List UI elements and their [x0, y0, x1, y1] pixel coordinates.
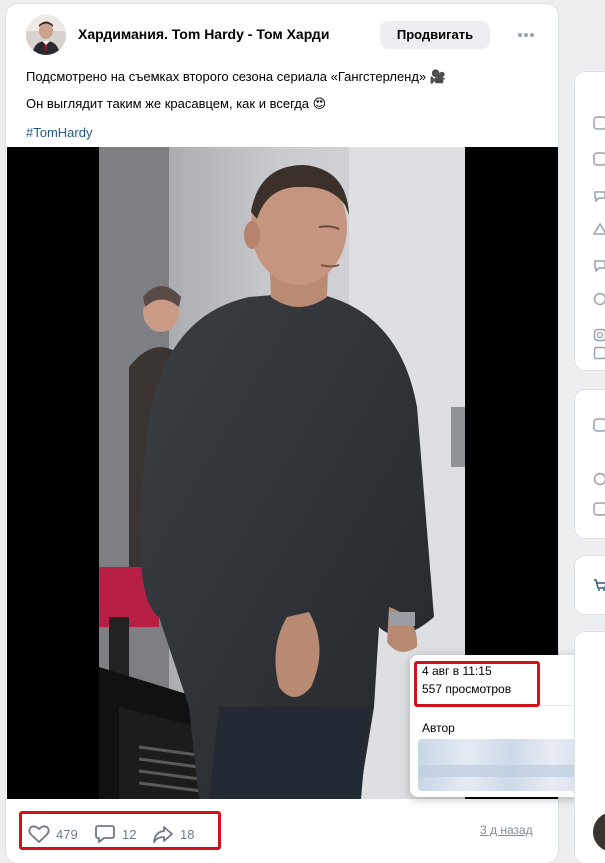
post-text-line: Он выглядит таким же красавцем, как и вс… [26, 96, 327, 111]
menu-icon[interactable] [593, 418, 605, 432]
post-text-line: Подсмотрено на съемках второго сезона се… [26, 69, 446, 84]
menu-icon[interactable] [593, 222, 605, 236]
post-text: Подсмотрено на съемках второго сезона се… [26, 68, 546, 122]
menu-icon[interactable] [593, 258, 605, 272]
promote-button[interactable]: Продвигать [380, 21, 490, 49]
menu-icon[interactable] [593, 472, 605, 486]
post-date-link[interactable]: 3 д назад [480, 823, 533, 837]
more-icon[interactable] [512, 26, 540, 44]
menu-icon[interactable] [593, 346, 605, 360]
sidebar-card [575, 72, 605, 370]
group-name-link[interactable]: Хардимания. Tom Hardy - Том Харди [78, 26, 329, 42]
menu-icon[interactable] [593, 188, 605, 202]
menu-icon[interactable] [593, 328, 605, 342]
author-blurred [418, 739, 586, 791]
menu-icon[interactable] [593, 116, 605, 130]
menu-icon[interactable] [593, 292, 605, 306]
sidebar-card [575, 390, 605, 538]
sidebar-card [575, 556, 605, 614]
group-avatar[interactable] [26, 15, 66, 55]
right-sidebar [575, 0, 605, 863]
cart-icon[interactable] [593, 578, 605, 592]
hashtag-link[interactable]: #TomHardy [26, 125, 92, 140]
post-header: Хардимания. Tom Hardy - Том Харди Продви… [6, 4, 558, 66]
highlight-frame [414, 661, 540, 707]
menu-icon[interactable] [593, 502, 605, 516]
highlight-frame [19, 811, 221, 850]
menu-icon[interactable] [593, 152, 605, 166]
author-label: Автор [422, 721, 455, 735]
